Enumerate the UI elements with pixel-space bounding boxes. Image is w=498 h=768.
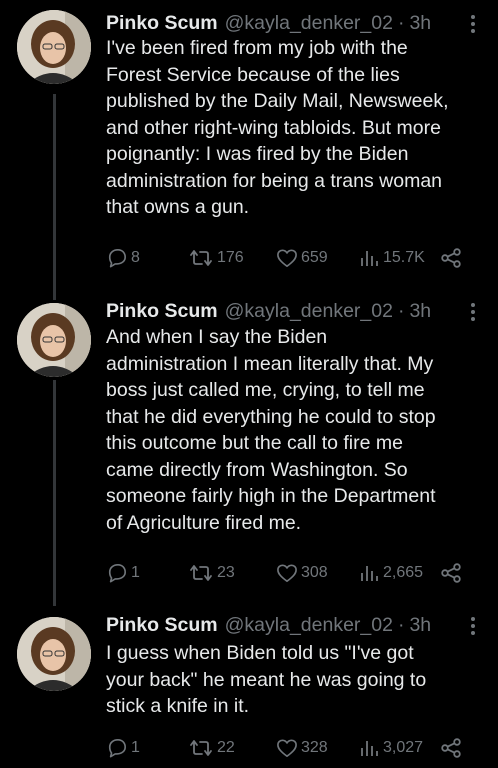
tweet-text-line: that he did everything he could to stop	[106, 405, 436, 428]
tweet-header: Pinko Scum @kayla_denker_02 · 3h	[106, 298, 470, 324]
timestamp[interactable]: 3h	[409, 298, 431, 324]
tweet-text-line: administration I mean literally that. My	[106, 352, 434, 375]
author-name[interactable]: Pinko Scum	[106, 298, 218, 324]
views-icon	[361, 566, 378, 581]
reply-count: 1	[131, 564, 140, 581]
tweet-text-line: someone fairly high in the Department	[106, 485, 436, 507]
repost-icon	[190, 740, 212, 756]
author-name[interactable]: Pinko Scum	[106, 612, 218, 638]
reply-icon	[108, 739, 126, 758]
tweet-text-line: I've been fired from my job with the	[106, 37, 408, 59]
like-icon	[277, 739, 297, 757]
tweet-header: Pinko Scum @kayla_denker_02 · 3h	[106, 612, 470, 638]
tweet[interactable]: Pinko Scum @kayla_denker_02 · 3h I guess…	[0, 612, 498, 768]
tweet-text-line: and other right-wing tabloids. But more	[106, 116, 441, 139]
tweet-text-line: published by the Daily Mail, Newsweek,	[106, 90, 449, 112]
repost-button[interactable]: 176	[188, 247, 244, 269]
tweet-actions: 8 176 659 15.7K	[106, 247, 478, 269]
views-count: 2,665	[383, 564, 424, 581]
tweet-text-line: I guess when Biden told us "I've got	[106, 642, 414, 664]
tweet-text-line: this outcome but the call to fire me	[106, 432, 403, 454]
reply-button[interactable]: 1	[106, 737, 140, 759]
tweet-text-line: came directly from Washington. So	[106, 458, 408, 481]
timestamp[interactable]: 3h	[409, 612, 431, 638]
share-icon	[441, 248, 461, 268]
tweet-actions: 1 22 328 3,027	[106, 737, 478, 759]
like-count: 659	[301, 249, 328, 266]
share-button[interactable]	[440, 737, 465, 759]
repost-count: 23	[217, 564, 235, 581]
repost-count: 176	[217, 249, 244, 266]
views-button[interactable]: 2,665	[358, 562, 423, 584]
views-button[interactable]: 3,027	[358, 737, 423, 759]
views-count: 15.7K	[383, 249, 425, 266]
more-icon[interactable]	[470, 617, 476, 637]
repost-button[interactable]: 23	[188, 562, 235, 584]
more-icon[interactable]	[470, 303, 476, 323]
avatar[interactable]	[17, 303, 91, 377]
like-button[interactable]: 659	[276, 247, 328, 269]
timestamp[interactable]: 3h	[409, 10, 431, 36]
author-name[interactable]: Pinko Scum	[106, 10, 218, 36]
share-icon	[441, 738, 461, 758]
tweet-text-line: of Agriculture fired me.	[106, 511, 302, 534]
avatar[interactable]	[17, 617, 91, 691]
tweet-text-line: stick a knife in it.	[106, 695, 250, 717]
like-count: 328	[301, 739, 328, 756]
tweet-text-line: Forest Service because of the lies	[106, 63, 400, 86]
tweet-actions: 1 23 308 2,665	[106, 562, 478, 584]
separator-dot: ·	[397, 12, 405, 34]
like-icon	[277, 564, 297, 582]
tweet-header: Pinko Scum @kayla_denker_02 · 3h	[106, 10, 470, 36]
like-button[interactable]: 308	[276, 562, 328, 584]
reply-button[interactable]: 1	[106, 562, 140, 584]
views-icon	[361, 741, 378, 756]
share-button[interactable]	[440, 247, 465, 269]
tweet-text-line: boss just called me, crying, to tell me	[106, 379, 425, 401]
reply-icon	[108, 564, 126, 583]
repost-icon	[190, 565, 212, 581]
reply-icon	[108, 249, 126, 268]
author-handle[interactable]: @kayla_denker_02	[225, 10, 393, 36]
reply-count: 1	[131, 739, 140, 756]
tweet-text: I've been fired from my job with the For…	[106, 35, 488, 221]
tweet-text: I guess when Biden told us "I've got you…	[106, 640, 488, 720]
more-icon[interactable]	[470, 15, 476, 35]
tweet-text-line: your back" he meant he was going to	[106, 668, 427, 691]
separator-dot: ·	[397, 300, 405, 322]
avatar[interactable]	[17, 10, 91, 84]
views-button[interactable]: 15.7K	[358, 247, 425, 269]
tweet[interactable]: Pinko Scum @kayla_denker_02 · 3h And whe…	[0, 298, 498, 588]
tweet-text: And when I say the Biden administration …	[106, 324, 488, 536]
author-handle[interactable]: @kayla_denker_02	[225, 612, 393, 638]
repost-button[interactable]: 22	[188, 737, 235, 759]
like-count: 308	[301, 564, 328, 581]
repost-icon	[190, 250, 212, 266]
views-count: 3,027	[383, 739, 424, 756]
like-button[interactable]: 328	[276, 737, 328, 759]
tweet-text-line: that owns a gun.	[106, 196, 250, 218]
reply-button[interactable]: 8	[106, 247, 140, 269]
views-icon	[361, 251, 378, 266]
tweet-text-line: And when I say the Biden	[106, 326, 328, 348]
author-handle[interactable]: @kayla_denker_02	[225, 298, 393, 324]
share-icon	[441, 563, 461, 583]
share-button[interactable]	[440, 562, 465, 584]
repost-count: 22	[217, 739, 235, 756]
tweet-text-line: administration for being a trans woman	[106, 169, 443, 192]
like-icon	[277, 249, 297, 267]
separator-dot: ·	[397, 614, 405, 636]
tweet-text-line: poignantly: I was fired by the Biden	[106, 143, 409, 165]
tweet[interactable]: Pinko Scum @kayla_denker_02 · 3h I've be…	[0, 10, 498, 280]
reply-count: 8	[131, 249, 140, 266]
